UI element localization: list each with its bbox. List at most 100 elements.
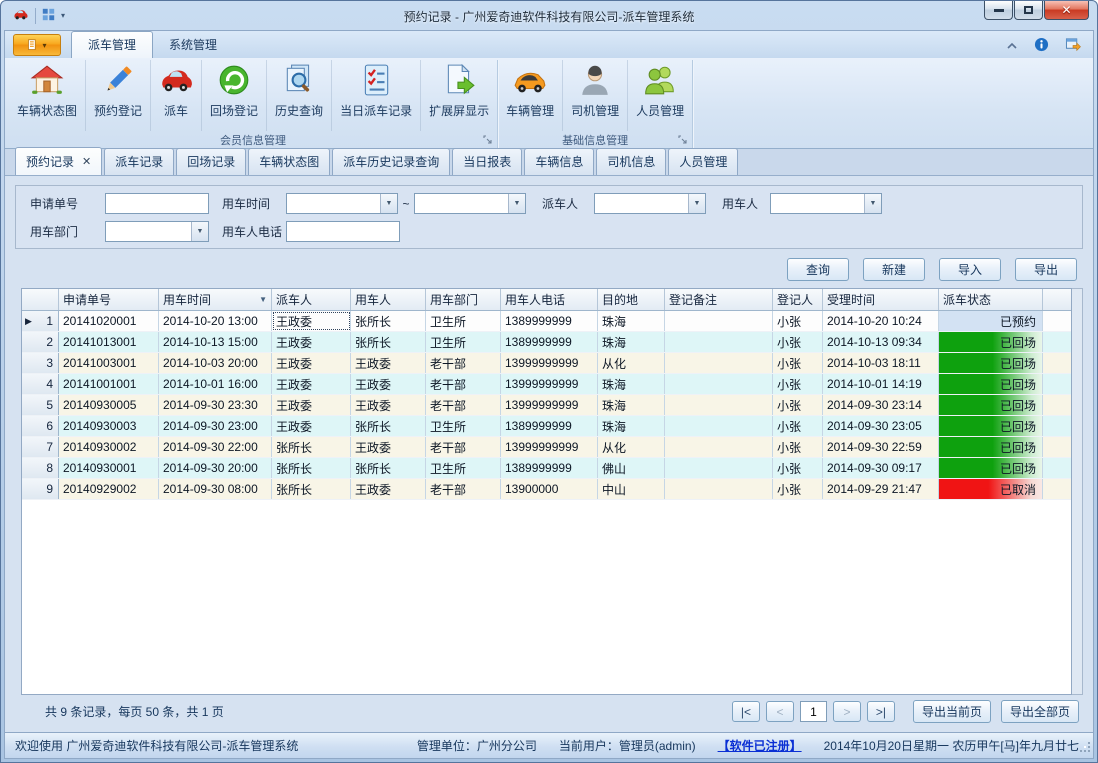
dispatch-status-cell[interactable]: 已回场 [939, 374, 1043, 394]
table-cell[interactable]: 2014-09-30 23:00 [159, 416, 272, 436]
table-cell[interactable]: 2014-10-13 09:34 [823, 332, 939, 352]
info-icon[interactable] [1034, 37, 1049, 55]
column-header[interactable]: 目的地 [598, 289, 665, 310]
tab-driver-info[interactable]: 司机信息 [596, 148, 666, 175]
table-cell[interactable]: 13999999999 [501, 437, 598, 457]
table-cell[interactable]: 1389999999 [501, 416, 598, 436]
table-cell[interactable]: 小张 [773, 332, 823, 352]
table-cell[interactable]: 2014-10-13 15:00 [159, 332, 272, 352]
tab-personnel-management[interactable]: 人员管理 [668, 148, 738, 175]
table-cell[interactable]: 小张 [773, 479, 823, 499]
table-cell[interactable]: 小张 [773, 416, 823, 436]
tab-vehicle-status-map[interactable]: 车辆状态图 [248, 148, 330, 175]
table-cell[interactable]: 小张 [773, 374, 823, 394]
table-cell[interactable] [665, 395, 773, 415]
table-cell[interactable] [665, 458, 773, 478]
table-cell[interactable]: 老干部 [426, 374, 501, 394]
table-cell[interactable]: 20141003001 [59, 353, 159, 373]
dispatch-status-cell[interactable]: 已预约 [939, 311, 1043, 331]
table-cell[interactable]: 小张 [773, 311, 823, 331]
table-row[interactable]: 9201409290022014-09-30 08:00张所长王政委老干部139… [22, 479, 1071, 500]
table-row[interactable]: 4201410010012014-10-01 16:00王政委王政委老干部139… [22, 374, 1071, 395]
application-menu-button[interactable]: ▾ [13, 34, 61, 56]
table-cell[interactable]: 2014-10-01 16:00 [159, 374, 272, 394]
row-selector-header[interactable] [22, 289, 59, 310]
table-cell[interactable]: 王政委 [272, 374, 351, 394]
table-cell[interactable]: 张所长 [272, 458, 351, 478]
table-cell[interactable]: 老干部 [426, 395, 501, 415]
export-all-pages-button[interactable]: 导出全部页 [1001, 700, 1079, 723]
table-cell[interactable]: 珠海 [598, 311, 665, 331]
table-cell[interactable]: 老干部 [426, 353, 501, 373]
table-cell[interactable]: 13999999999 [501, 374, 598, 394]
table-cell[interactable]: 王政委 [272, 332, 351, 352]
table-cell[interactable]: 20141013001 [59, 332, 159, 352]
table-cell[interactable]: 王政委 [351, 353, 426, 373]
table-cell[interactable]: 张所长 [351, 416, 426, 436]
user-combobox[interactable]: ▼ [770, 193, 882, 214]
column-header[interactable]: 用车部门 [426, 289, 501, 310]
tab-reservation-records[interactable]: 预约记录✕ [15, 147, 102, 175]
tab-dispatch-history-query[interactable]: 派车历史记录查询 [332, 148, 450, 175]
collapse-ribbon-icon[interactable] [1006, 39, 1018, 53]
resize-grip-icon[interactable] [1080, 742, 1091, 756]
table-cell[interactable]: 张所长 [351, 458, 426, 478]
quick-access-dropdown-icon[interactable]: ▾ [61, 11, 65, 20]
table-cell[interactable]: 2014-09-30 09:17 [823, 458, 939, 478]
table-cell[interactable]: 13999999999 [501, 395, 598, 415]
table-cell[interactable]: 卫生所 [426, 416, 501, 436]
row-selector-cell[interactable]: 6 [22, 416, 59, 436]
table-cell[interactable]: 13900000 [501, 479, 598, 499]
history-query-button[interactable]: 历史查询 [267, 60, 332, 131]
table-cell[interactable]: 卫生所 [426, 311, 501, 331]
vertical-scrollbar[interactable] [1072, 288, 1083, 695]
ribbon-tab-system-management[interactable]: 系统管理 [153, 32, 233, 58]
dispatcher-combobox[interactable]: ▼ [594, 193, 706, 214]
registration-status-link[interactable]: 【软件已注册】 [718, 737, 802, 754]
table-cell[interactable]: 1389999999 [501, 311, 598, 331]
quick-access-grid-icon[interactable] [42, 8, 55, 24]
table-cell[interactable] [665, 479, 773, 499]
table-cell[interactable]: 王政委 [351, 395, 426, 415]
dispatch-status-cell[interactable]: 已回场 [939, 332, 1043, 352]
dispatch-button[interactable]: 派车 [151, 60, 202, 131]
table-cell[interactable]: 2014-09-30 22:59 [823, 437, 939, 457]
dialog-launcher-icon[interactable] [678, 135, 688, 145]
table-cell[interactable]: 2014-09-30 22:00 [159, 437, 272, 457]
table-cell[interactable]: 张所长 [351, 311, 426, 331]
maximize-button[interactable] [1014, 1, 1043, 20]
vehicle-management-button[interactable]: 车辆管理 [498, 60, 563, 131]
table-cell[interactable] [665, 332, 773, 352]
table-cell[interactable]: 王政委 [272, 416, 351, 436]
table-cell[interactable]: 20140930002 [59, 437, 159, 457]
table-cell[interactable]: 2014-09-30 23:30 [159, 395, 272, 415]
table-cell[interactable]: 2014-09-30 23:05 [823, 416, 939, 436]
column-header[interactable]: 用车人电话 [501, 289, 598, 310]
dialog-launcher-icon[interactable] [483, 135, 493, 145]
chevron-down-icon[interactable]: ▼ [380, 194, 397, 213]
table-cell[interactable]: 卫生所 [426, 458, 501, 478]
column-header[interactable]: 用车人 [351, 289, 426, 310]
column-header[interactable]: 派车人 [272, 289, 351, 310]
table-cell[interactable] [665, 374, 773, 394]
window-switch-icon[interactable] [1065, 37, 1081, 55]
table-cell[interactable]: 13999999999 [501, 353, 598, 373]
prev-page-button[interactable]: < [766, 701, 794, 722]
page-number-input[interactable] [800, 701, 827, 722]
tab-vehicle-info[interactable]: 车辆信息 [524, 148, 594, 175]
row-selector-cell[interactable]: 2 [22, 332, 59, 352]
row-selector-cell[interactable]: ▶1 [22, 311, 59, 331]
table-cell[interactable]: 王政委 [272, 353, 351, 373]
table-cell[interactable]: 2014-10-20 10:24 [823, 311, 939, 331]
table-cell[interactable]: 王政委 [351, 479, 426, 499]
table-cell[interactable]: 小张 [773, 353, 823, 373]
minimize-button[interactable] [984, 1, 1013, 20]
extended-screen-button[interactable]: 扩展屏显示 [421, 60, 497, 131]
table-cell[interactable]: 老干部 [426, 437, 501, 457]
table-cell[interactable]: 20140930003 [59, 416, 159, 436]
dispatch-status-cell[interactable]: 已回场 [939, 458, 1043, 478]
import-button[interactable]: 导入 [939, 258, 1001, 281]
row-selector-cell[interactable]: 9 [22, 479, 59, 499]
table-cell[interactable]: 王政委 [272, 395, 351, 415]
table-cell[interactable] [665, 353, 773, 373]
